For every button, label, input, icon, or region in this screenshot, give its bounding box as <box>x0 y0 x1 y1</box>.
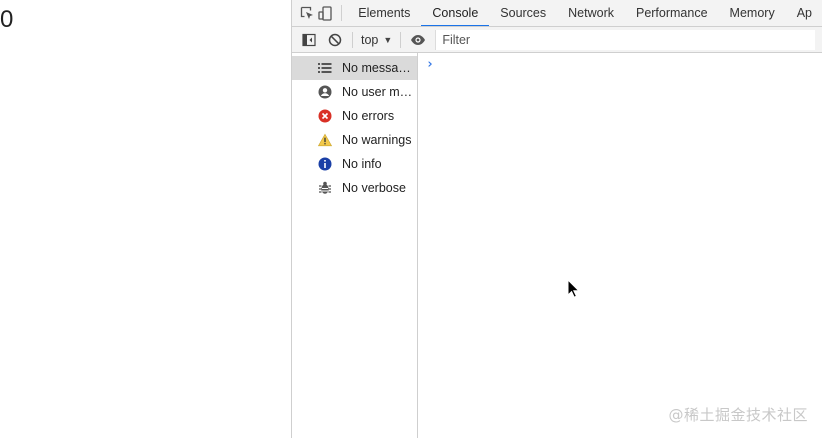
sidebar-item-label: No errors <box>342 109 395 123</box>
warning-icon <box>318 133 332 147</box>
inspect-element-icon[interactable] <box>298 0 316 26</box>
list-icon <box>318 61 332 75</box>
toolbar-divider <box>352 31 353 48</box>
sidebar-item-info[interactable]: No info <box>292 152 417 176</box>
tab-sources[interactable]: Sources <box>489 0 557 26</box>
toolbar-divider <box>400 31 402 48</box>
sidebar-item-label: No user me… <box>342 85 417 99</box>
console-toolbar: top ▼ <box>292 27 822 53</box>
context-value: top <box>361 32 379 47</box>
console-sidebar: No messages No user me… No errors No war… <box>292 53 418 438</box>
page-counter: 0 <box>0 6 14 33</box>
sidebar-item-label: No messages <box>342 61 417 75</box>
error-icon <box>318 109 332 123</box>
sidebar-item-user-messages[interactable]: No user me… <box>292 80 417 104</box>
sidebar-item-warnings[interactable]: No warnings <box>292 128 417 152</box>
mouse-pointer-icon <box>567 279 579 298</box>
sidebar-item-verbose[interactable]: No verbose <box>292 176 417 200</box>
sidebar-item-label: No verbose <box>342 181 406 195</box>
context-selector[interactable]: top ▼ <box>357 33 396 47</box>
console-output[interactable]: › <box>418 53 822 438</box>
tab-application[interactable]: Ap <box>786 0 822 26</box>
tab-memory[interactable]: Memory <box>719 0 786 26</box>
devtools-panel: Elements Console Sources Network Perform… <box>291 0 822 438</box>
console-prompt-icon[interactable]: › <box>426 57 434 72</box>
clear-console-icon[interactable] <box>322 27 348 52</box>
info-icon <box>318 157 332 171</box>
sidebar-item-label: No info <box>342 157 382 171</box>
sidebar-item-messages[interactable]: No messages <box>292 56 417 80</box>
sidebar-item-errors[interactable]: No errors <box>292 104 417 128</box>
live-expression-eye-icon[interactable] <box>405 27 431 52</box>
tab-console[interactable]: Console <box>421 0 490 26</box>
user-icon <box>318 85 332 99</box>
dropdown-arrow-icon: ▼ <box>383 34 393 45</box>
devtools-tabbar: Elements Console Sources Network Perform… <box>292 0 822 27</box>
sidebar-item-label: No warnings <box>342 133 412 147</box>
device-toolbar-icon[interactable] <box>316 0 334 26</box>
filter-input[interactable] <box>435 29 816 50</box>
tabbar-divider <box>340 5 342 21</box>
sidebar-toggle-icon[interactable] <box>296 27 322 52</box>
bug-icon <box>318 181 332 195</box>
tab-performance[interactable]: Performance <box>625 0 719 26</box>
tab-network[interactable]: Network <box>557 0 625 26</box>
watermark: @稀土掘金技术社区 <box>668 406 808 424</box>
tab-elements[interactable]: Elements <box>347 0 421 26</box>
